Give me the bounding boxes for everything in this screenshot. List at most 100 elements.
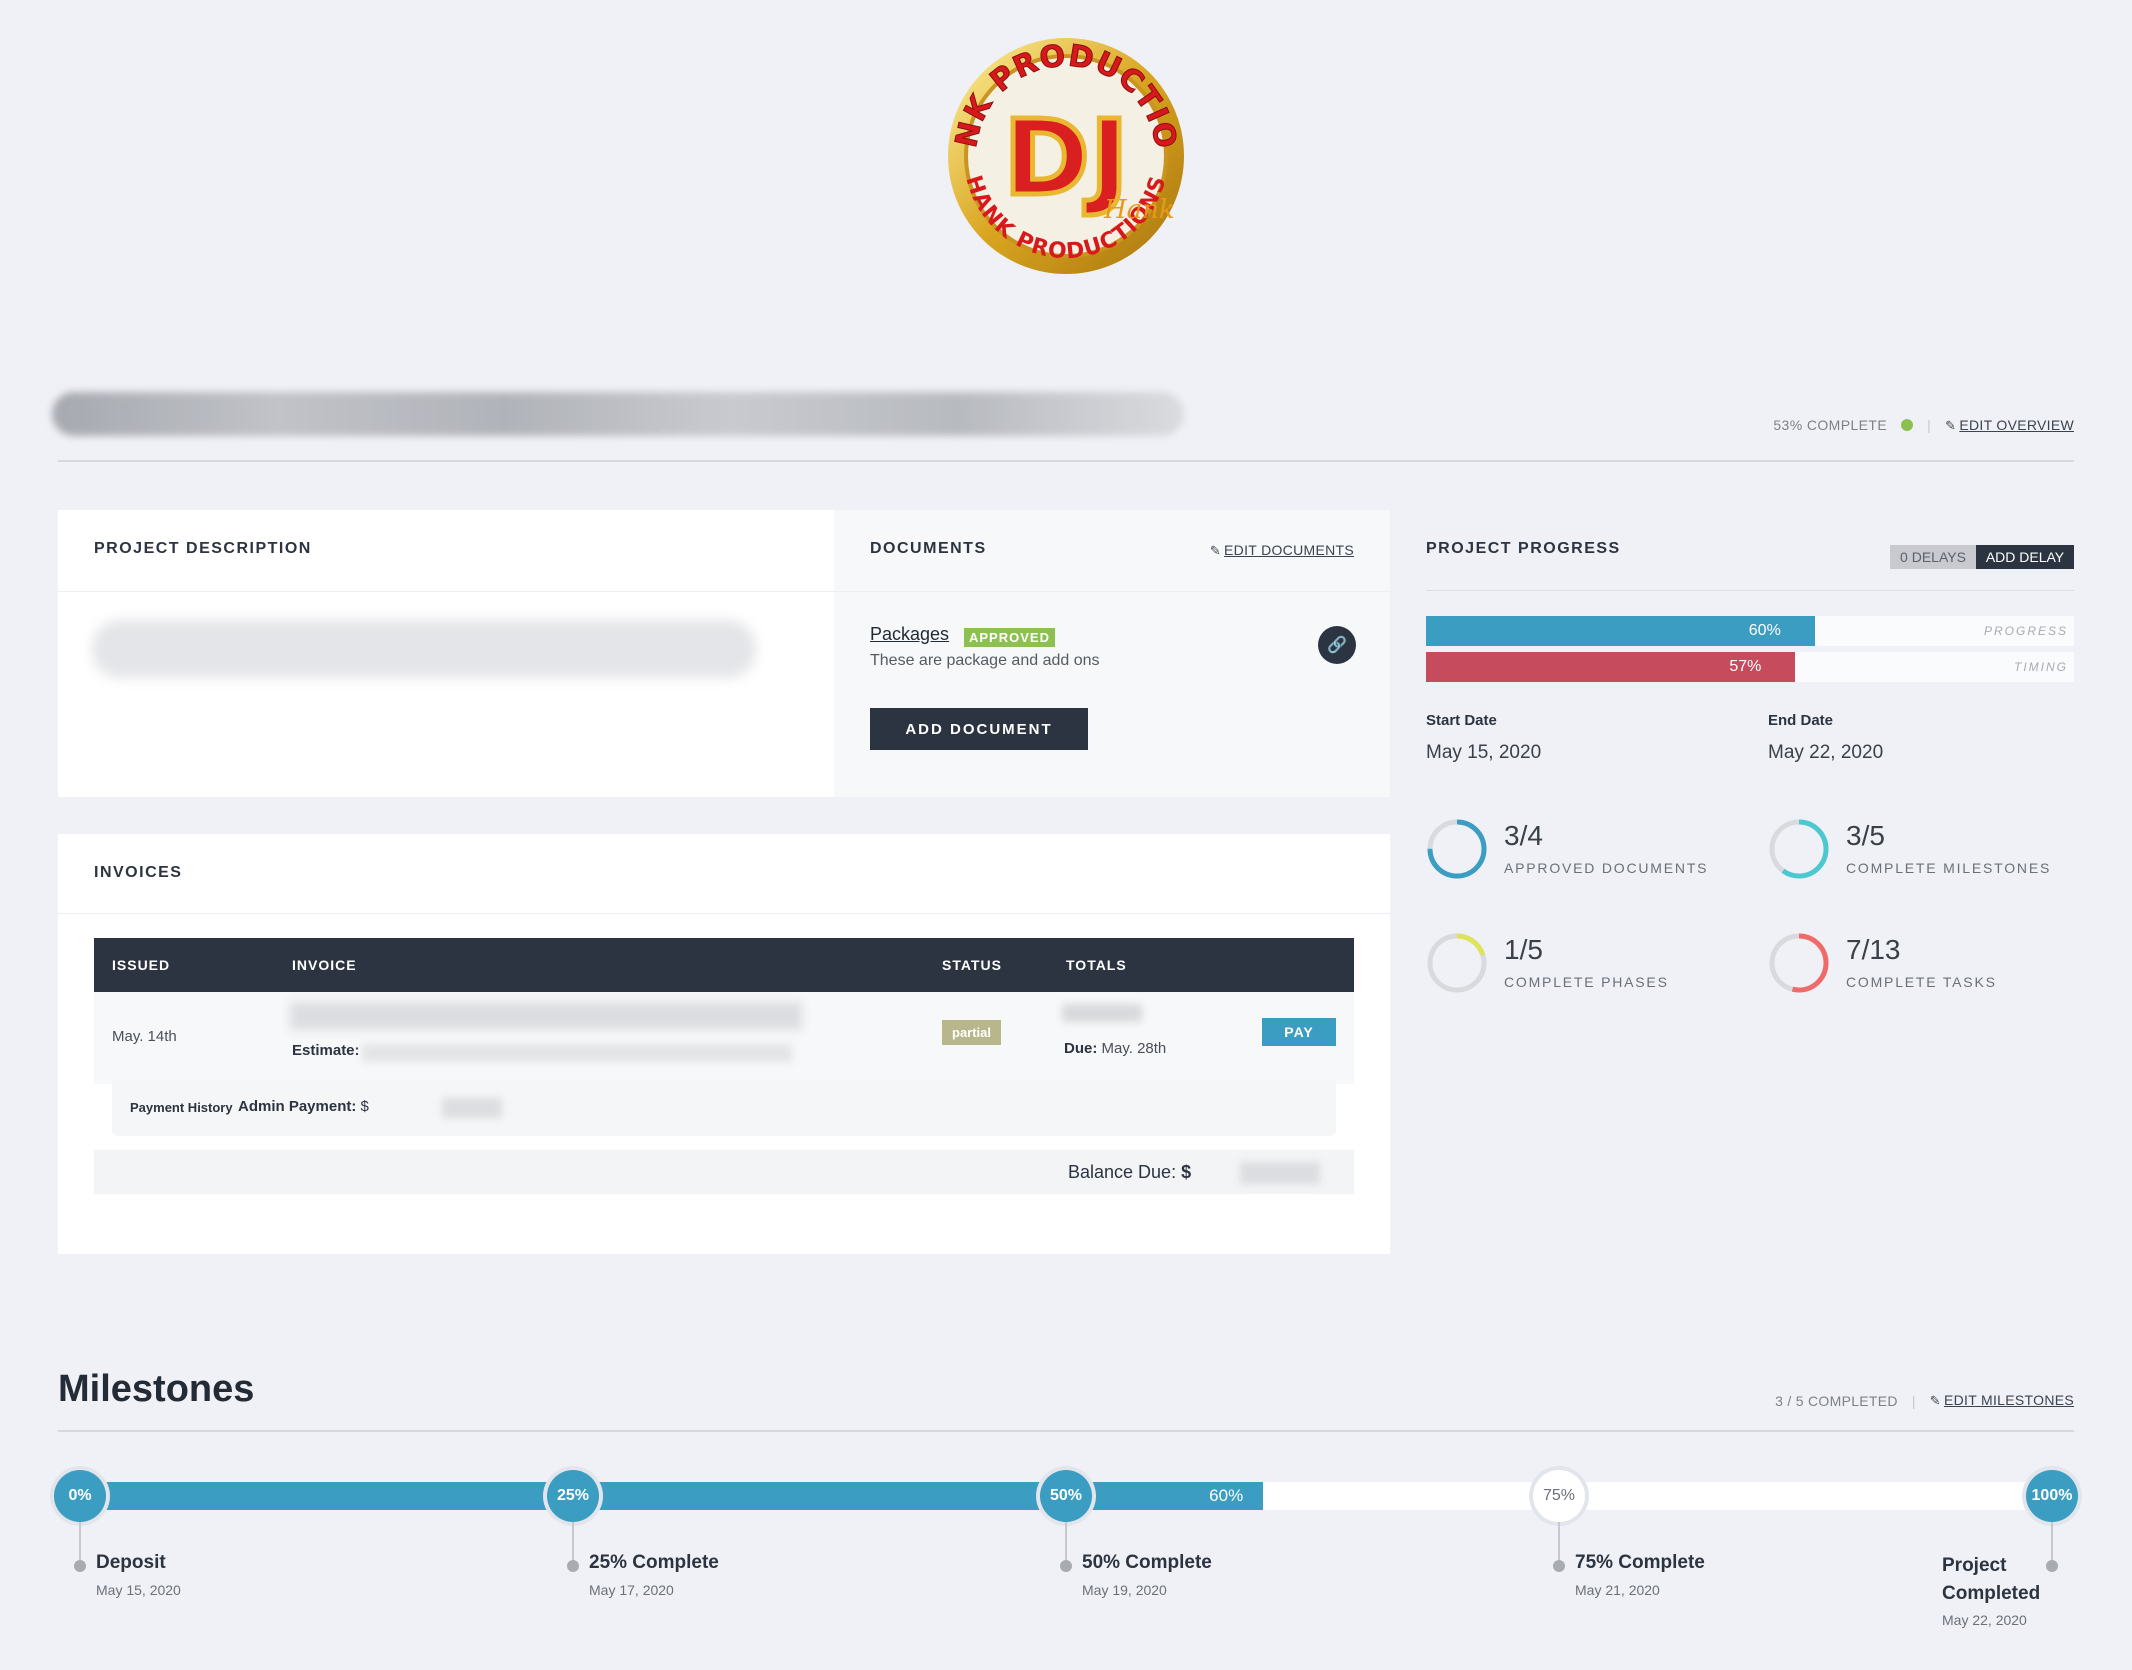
timing-bar: 57% TIMING: [1426, 652, 2074, 682]
milestones-status: 3 / 5 COMPLETED | ✎ EDIT MILESTONES: [1775, 1392, 2074, 1409]
balance-due-label: Balance Due:: [1068, 1162, 1177, 1182]
balance-due: Balance Due: $: [1068, 1162, 1191, 1183]
milestone-node[interactable]: 25%: [547, 1470, 599, 1522]
column-header-status: STATUS: [942, 957, 1002, 973]
header-status: 53% COMPLETE | ✎ EDIT OVERVIEW: [1773, 414, 2074, 436]
stat-label: COMPLETE MILESTONES: [1846, 860, 2052, 876]
invoice-name-redacted: [290, 1002, 802, 1030]
payment-history: Payment History Admin Payment: $: [112, 1080, 1336, 1136]
status-badge: partial: [942, 1020, 1002, 1045]
table-row: May. 14th Estimate: partial Due: May. 28…: [94, 992, 1354, 1084]
documents-panel: DOCUMENTS ✎ EDIT DOCUMENTS Packages APPRO…: [834, 510, 1390, 797]
donut-chart-icon: [1427, 819, 1487, 879]
pay-button[interactable]: PAY: [1262, 1018, 1336, 1046]
stat-label: COMPLETE TASKS: [1846, 974, 1997, 990]
milestone-date: May 21, 2020: [1575, 1582, 1660, 1598]
project-title-redacted: [52, 392, 1184, 436]
admin-payment: Admin Payment: $: [238, 1098, 369, 1115]
stat-label: APPROVED DOCUMENTS: [1504, 860, 1709, 876]
stat-value: 7/13: [1846, 934, 1901, 965]
approved-badge: APPROVED: [964, 628, 1055, 647]
milestone-node[interactable]: 0%: [54, 1470, 106, 1522]
edit-overview-link[interactable]: ✎ EDIT OVERVIEW: [1945, 417, 2074, 434]
due-value: May. 28th: [1101, 1040, 1167, 1057]
timing-bar-label: TIMING: [2014, 660, 2068, 674]
document-link-packages[interactable]: Packages: [870, 624, 949, 645]
invoice-table-header: ISSUED INVOICE STATUS TOTALS: [94, 938, 1354, 992]
donut-chart-icon: [1769, 933, 1829, 993]
progress-bar-fill: 60%: [1426, 616, 1815, 646]
edit-milestones-link[interactable]: ✎ EDIT MILESTONES: [1930, 1392, 2074, 1409]
payment-amount-redacted: [442, 1098, 502, 1118]
milestone-date: May 22, 2020: [1942, 1612, 2027, 1628]
milestone-node[interactable]: 75%: [1533, 1470, 1585, 1522]
balance-currency: $: [1181, 1162, 1192, 1182]
column-header-invoice: INVOICE: [292, 957, 357, 973]
milestones-completed: 3 / 5 COMPLETED: [1775, 1392, 1898, 1409]
milestone-stem: [1065, 1522, 1067, 1562]
edit-milestones-label: EDIT MILESTONES: [1943, 1392, 2074, 1408]
start-date-value: May 15, 2020: [1426, 742, 1542, 763]
donut-chart-icon: [1427, 933, 1487, 993]
column-header-totals: TOTALS: [1066, 957, 1127, 973]
milestone-stem: [2051, 1522, 2053, 1562]
milestones-divider: [58, 1430, 2074, 1432]
estimate-label: Estimate:: [292, 1042, 360, 1059]
edit-documents-link[interactable]: ✎ EDIT DOCUMENTS: [1210, 542, 1354, 559]
milestone-dot: [74, 1560, 86, 1572]
invoices-panel: INVOICES ISSUED INVOICE STATUS TOTALS Ma…: [58, 834, 1390, 1254]
pencil-icon: ✎: [1945, 417, 1957, 433]
end-date-value: May 22, 2020: [1768, 742, 1884, 763]
milestone-dot: [1060, 1560, 1072, 1572]
milestone-dot: [2046, 1560, 2058, 1572]
milestone-node[interactable]: 50%: [1040, 1470, 1092, 1522]
add-document-button[interactable]: ADD DOCUMENT: [870, 708, 1088, 750]
milestone-name: Project Completed: [1942, 1555, 2041, 1604]
project-description-title: PROJECT DESCRIPTION: [94, 540, 312, 557]
balance-row: Balance Due: $: [94, 1150, 1354, 1194]
milestone-stem: [572, 1522, 574, 1562]
milestone-name: 25% Complete: [589, 1552, 719, 1573]
donut-chart-icon: [1769, 819, 1829, 879]
documents-title: DOCUMENTS: [870, 540, 987, 557]
milestone-date: May 19, 2020: [1082, 1582, 1167, 1598]
project-description-redacted: [92, 620, 756, 678]
admin-payment-currency: $: [360, 1098, 369, 1115]
stat-complete-tasks: 7/13 COMPLETE TASKS: [1768, 932, 2098, 998]
milestone-name: 50% Complete: [1082, 1552, 1212, 1573]
milestone-date: May 17, 2020: [589, 1582, 674, 1598]
status-dot: [1901, 419, 1914, 431]
add-delay-button[interactable]: ADD DELAY: [1976, 545, 2074, 569]
svg-text:Hank: Hank: [1103, 195, 1175, 225]
milestone-stem: [1558, 1522, 1560, 1562]
project-progress-title: PROJECT PROGRESS: [1426, 540, 1621, 557]
due-label: Due:: [1064, 1040, 1098, 1057]
divider: |: [1927, 417, 1932, 433]
milestone-name: 75% Complete: [1575, 1552, 1705, 1573]
delays-count[interactable]: 0 DELAYS: [1890, 545, 1976, 569]
company-logo: HANK PRODUCTIONS HANK PRODUCTIONS DJ Han…: [934, 22, 1184, 274]
progress-bar: 60% PROGRESS: [1426, 616, 2074, 646]
admin-payment-label: Admin Payment:: [238, 1098, 357, 1115]
pencil-icon: ✎: [1209, 543, 1222, 558]
completion-text: 53% COMPLETE: [1773, 417, 1888, 433]
milestone-dot: [567, 1560, 579, 1572]
balance-amount-redacted: [1240, 1162, 1320, 1184]
link-icon[interactable]: 🔗: [1318, 626, 1356, 664]
total-redacted: [1062, 1004, 1142, 1022]
milestones-title: Milestones: [58, 1368, 255, 1410]
edit-documents-label: EDIT DOCUMENTS: [1224, 542, 1354, 558]
estimate-redacted: [362, 1044, 792, 1062]
stat-complete-milestones: 3/5 COMPLETE MILESTONES: [1768, 818, 2098, 884]
milestone-name: Deposit: [96, 1552, 166, 1573]
divider: |: [1911, 1392, 1916, 1409]
invoices-title: INVOICES: [94, 864, 183, 881]
stat-approved-documents: 3/4 APPROVED DOCUMENTS: [1426, 818, 1756, 884]
stat-value: 1/5: [1504, 934, 1543, 965]
header-divider: [58, 460, 2074, 462]
invoice-issued-date: May. 14th: [112, 1028, 177, 1045]
timing-bar-fill: 57%: [1426, 652, 1796, 682]
progress-bar-label: PROGRESS: [1983, 624, 2068, 638]
end-date-label: End Date: [1768, 712, 1834, 729]
milestone-node[interactable]: 100%: [2026, 1470, 2078, 1522]
